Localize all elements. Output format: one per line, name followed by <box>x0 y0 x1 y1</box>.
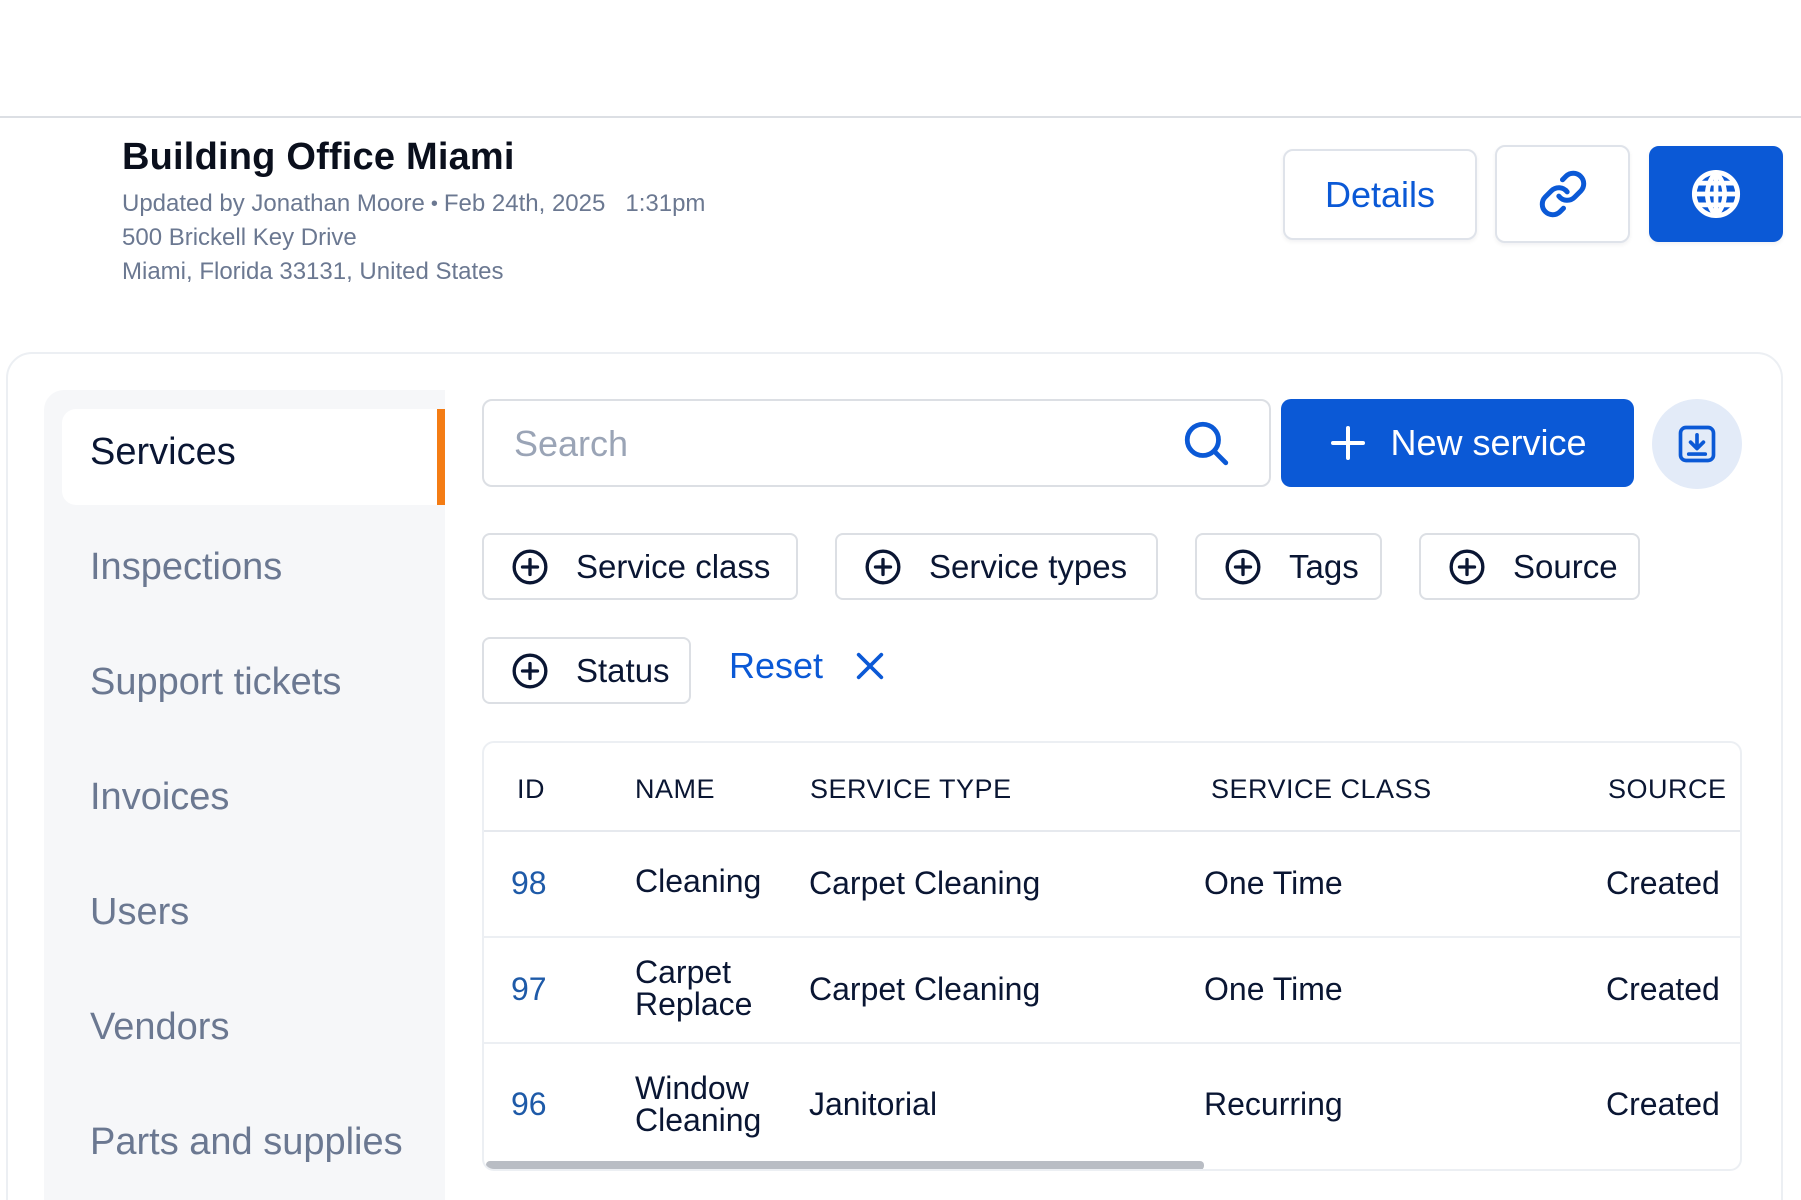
column-header-service-class[interactable]: SERVICE CLASS <box>1211 774 1432 805</box>
details-button[interactable]: Details <box>1283 149 1477 240</box>
top-divider <box>0 116 1801 118</box>
column-header-name[interactable]: NAME <box>635 774 715 805</box>
cell-service-class: Recurring <box>1204 1086 1343 1122</box>
column-header-service-type[interactable]: SERVICE TYPE <box>810 774 1012 805</box>
sidebar-item-users[interactable]: Users <box>90 891 189 934</box>
link-icon <box>1539 170 1586 218</box>
reset-label: Reset <box>729 645 824 686</box>
cell-name: Cleaning <box>635 863 762 899</box>
cell-source: Created <box>1606 865 1720 901</box>
cell-service-class: One Time <box>1204 865 1343 901</box>
cell-service-type: Carpet Cleaning <box>809 971 1041 1007</box>
update-info: Updated by Jonathan Moore • Feb 24th, 20… <box>122 187 705 221</box>
add-circle-icon <box>512 653 548 688</box>
download-icon <box>1678 425 1716 463</box>
cell-service-class: One Time <box>1204 971 1343 1007</box>
filter-service-class[interactable]: Service class <box>482 533 798 600</box>
cell-id[interactable]: 96 <box>511 1086 547 1123</box>
cell-name: Window Cleaning <box>635 1070 762 1138</box>
updated-by: Updated by Jonathan Moore <box>122 190 425 217</box>
cell-service-type: Carpet Cleaning <box>809 865 1041 901</box>
horizontal-scrollbar[interactable] <box>486 1161 1204 1169</box>
updated-date: Feb 24th, 2025 <box>443 190 606 217</box>
sidebar-item-vendors[interactable]: Vendors <box>90 1006 229 1049</box>
public-view-button[interactable] <box>1649 146 1783 242</box>
search-input[interactable] <box>514 421 1154 467</box>
cell-name: Carpet Replace <box>635 954 753 1022</box>
add-circle-icon <box>865 549 901 584</box>
table-row[interactable]: 97 Carpet Replace Carpet Cleaning One Ti… <box>484 938 1740 1042</box>
copy-link-button[interactable] <box>1495 145 1630 243</box>
cell-source: Created <box>1606 971 1720 1007</box>
filter-label: Status <box>576 651 670 689</box>
column-header-source[interactable]: SOURCE <box>1608 774 1727 805</box>
new-service-label: New service <box>1390 422 1587 463</box>
filter-label: Service class <box>576 547 771 585</box>
sidebar-item-services[interactable]: Services <box>90 431 236 474</box>
filter-service-types[interactable]: Service types <box>835 533 1158 600</box>
sidebar-item-inspections[interactable]: Inspections <box>90 546 282 589</box>
globe-icon <box>1691 169 1741 219</box>
sidebar-item-parts-and-supplies[interactable]: Parts and supplies <box>90 1121 403 1164</box>
cell-id[interactable]: 98 <box>511 865 547 902</box>
sidebar-item-invoices[interactable]: Invoices <box>90 776 229 819</box>
download-button[interactable] <box>1652 399 1742 489</box>
filter-label: Tags <box>1289 547 1359 585</box>
services-table: ID NAME SERVICE TYPE SERVICE CLASS SOURC… <box>482 741 1742 1171</box>
search-icon[interactable] <box>1181 418 1231 468</box>
sidebar-active-indicator <box>437 409 445 505</box>
page-title: Building Office Miami <box>122 136 515 178</box>
filter-label: Service types <box>929 547 1128 585</box>
add-circle-icon <box>512 549 548 584</box>
reset-filters-button[interactable]: Reset <box>729 645 887 687</box>
plus-icon <box>1331 426 1366 460</box>
filter-label: Source <box>1513 547 1618 585</box>
updated-time: 1:31pm <box>625 190 706 217</box>
separator-dot: • <box>430 193 438 215</box>
filter-source[interactable]: Source <box>1419 533 1640 600</box>
add-circle-icon <box>1449 549 1485 584</box>
table-row[interactable]: 96 Window Cleaning Janitorial Recurring … <box>484 1044 1740 1159</box>
new-service-button[interactable]: New service <box>1281 399 1634 487</box>
building-header: Building Office Miami Updated by Jonatha… <box>122 136 705 289</box>
cell-source: Created <box>1606 1086 1720 1122</box>
filter-status[interactable]: Status <box>482 637 691 704</box>
add-circle-icon <box>1225 549 1261 584</box>
column-header-id[interactable]: ID <box>517 774 545 805</box>
cell-id[interactable]: 97 <box>511 971 547 1008</box>
address-line-1: 500 Brickell Key Drive <box>122 224 357 251</box>
search-box <box>482 399 1271 487</box>
sidebar-item-support-tickets[interactable]: Support tickets <box>90 661 341 704</box>
table-row[interactable]: 98 Cleaning Carpet Cleaning One Time Cre… <box>484 832 1740 936</box>
address-line-2: Miami, Florida 33131, United States <box>122 258 504 285</box>
close-icon <box>856 652 884 680</box>
cell-service-type: Janitorial <box>809 1086 938 1122</box>
filter-tags[interactable]: Tags <box>1195 533 1382 600</box>
